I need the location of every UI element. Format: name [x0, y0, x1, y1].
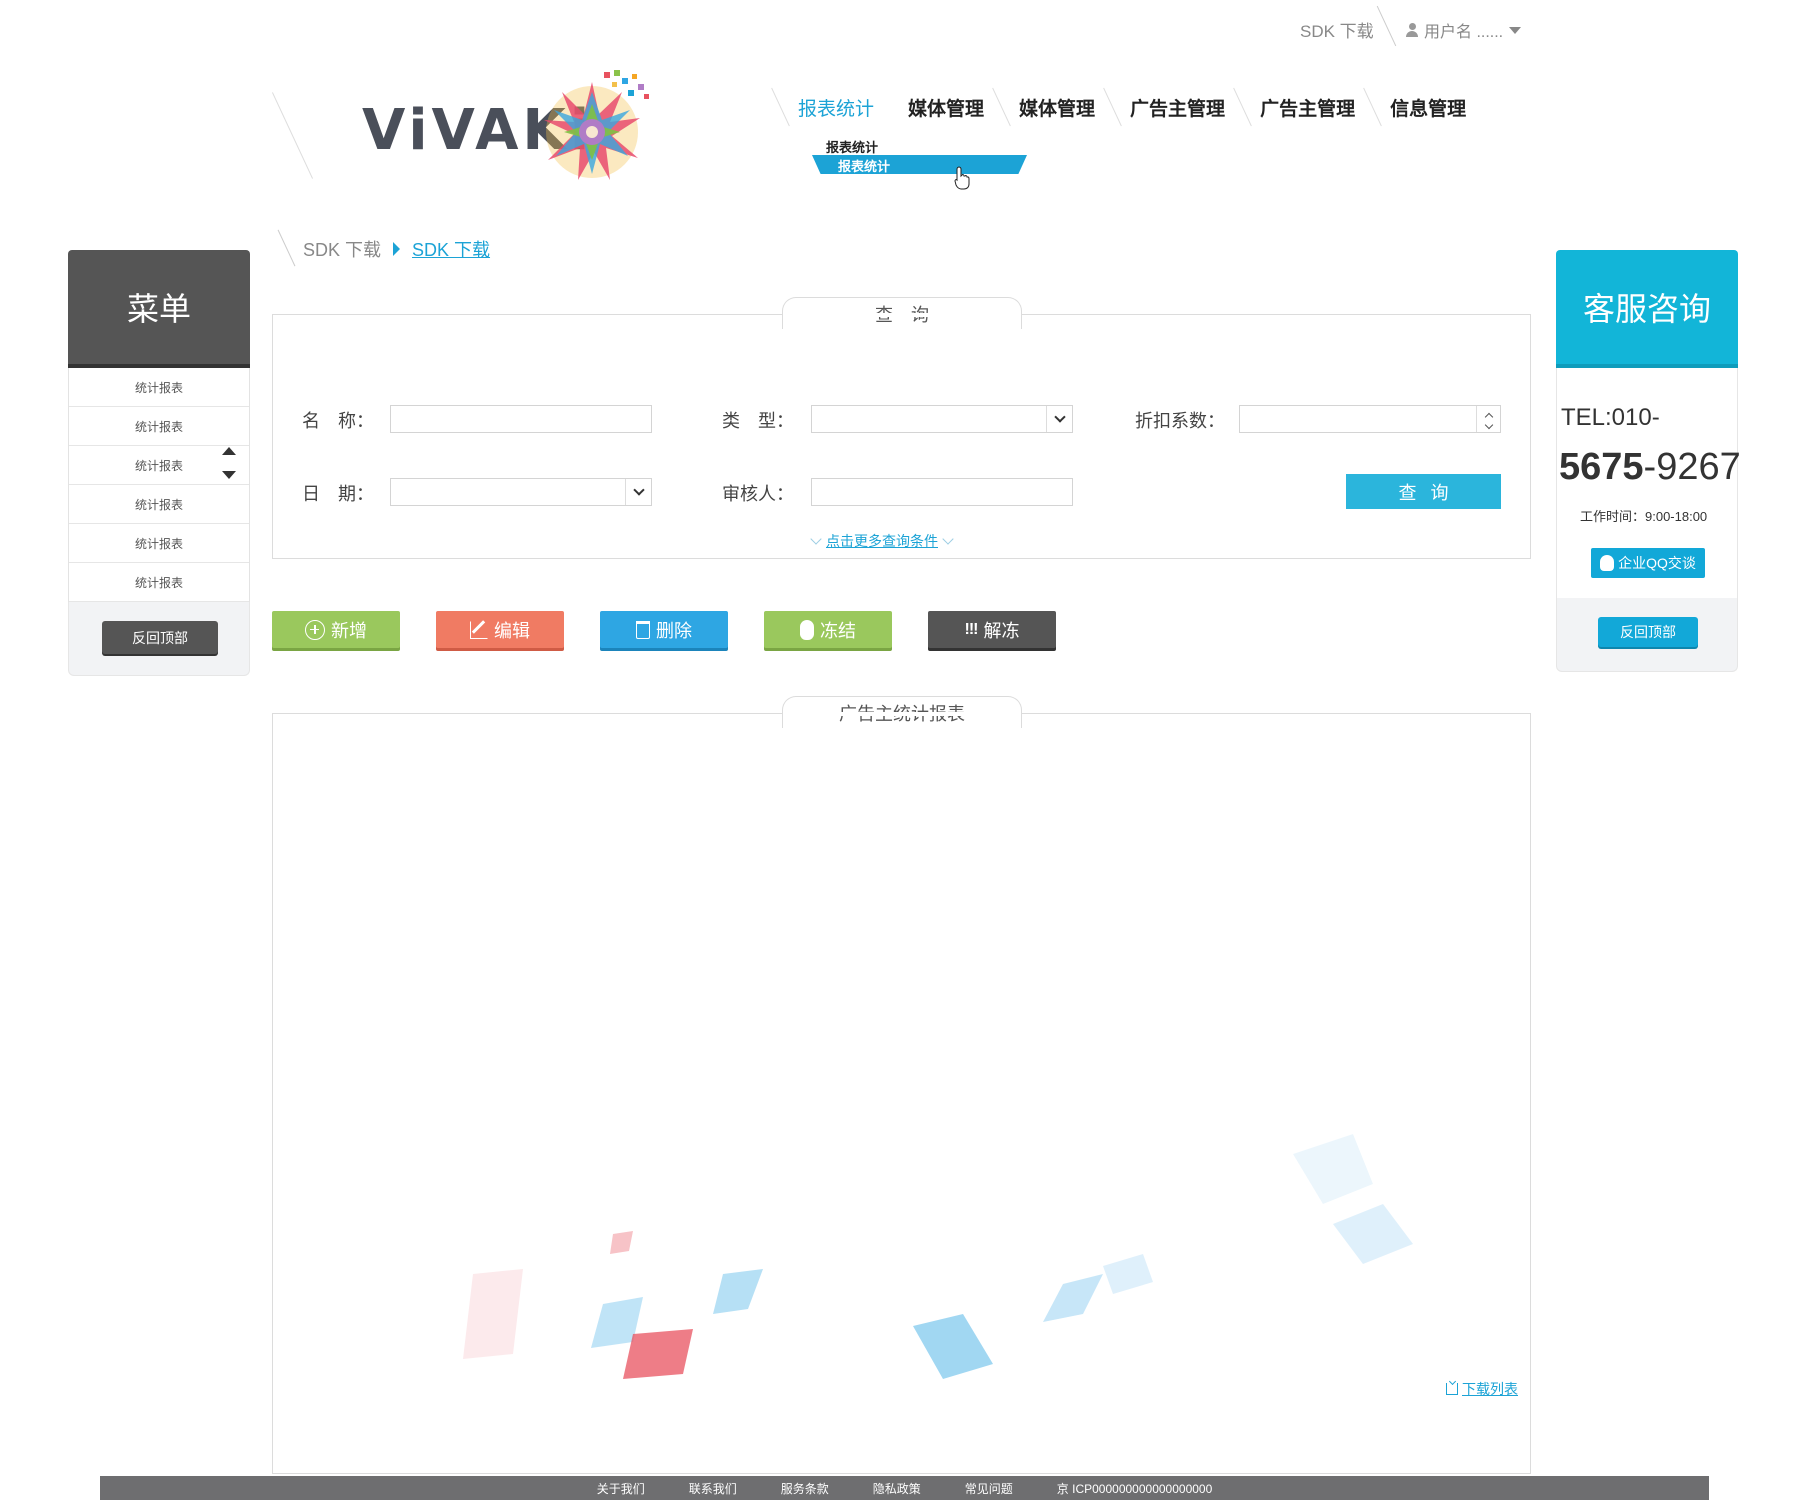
breadcrumb-divider: [277, 229, 296, 267]
type-select[interactable]: [811, 405, 1073, 433]
right-back-to-top-button[interactable]: 反回顶部: [1598, 617, 1698, 647]
more-conditions-label: 点击更多查询条件: [826, 533, 938, 549]
user-icon: [1406, 23, 1418, 37]
topbar-divider: [1376, 5, 1397, 47]
reviewer-input[interactable]: [811, 478, 1073, 506]
edit-label: 编辑: [494, 620, 530, 641]
footer: 关于我们 联系我们 服务条款 隐私政策 常见问题 京 ICP0000000000…: [100, 1476, 1709, 1500]
exclamation-icon: !!!: [964, 620, 979, 638]
unfreeze-button[interactable]: !!! 解冻: [928, 611, 1056, 648]
hand-icon: [800, 619, 814, 640]
support-footer: 反回顶部: [1556, 598, 1738, 672]
chevron-down-icon: [810, 532, 822, 545]
name-input[interactable]: [390, 405, 652, 433]
user-menu[interactable]: 用户名 ......: [1406, 18, 1522, 42]
footer-icp: 京 ICP000000000000000000: [1056, 1481, 1213, 1496]
qq-icon: [1600, 555, 1615, 571]
caret-right-icon: [393, 242, 401, 256]
discount-spinner[interactable]: [1239, 405, 1501, 433]
query-panel: [272, 314, 1531, 559]
add-button[interactable]: 新增: [272, 611, 400, 648]
hand-cursor-icon: [954, 166, 970, 190]
breadcrumb-current[interactable]: SDK 下载: [412, 236, 490, 262]
more-conditions-link[interactable]: 点击更多查询条件: [810, 531, 954, 551]
freeze-label: 冻结: [820, 620, 856, 641]
tel-number-bold: 5675: [1559, 446, 1644, 488]
left-menu-item[interactable]: 统计报表: [69, 563, 249, 602]
name-label: 名 称：: [302, 411, 374, 431]
download-icon: [1446, 1383, 1458, 1395]
nav-item-advertiser-management-1[interactable]: 广告主管理: [1113, 94, 1242, 121]
footer-link-privacy[interactable]: 隐私政策: [873, 1480, 921, 1497]
nav-item-report-stats[interactable]: 报表统计: [781, 94, 891, 121]
trash-icon: [636, 620, 650, 639]
chevron-down-icon: [942, 532, 954, 545]
scroll-up-icon[interactable]: [222, 447, 236, 455]
left-menu-footer: 反回顶部: [68, 602, 250, 676]
left-menu-item[interactable]: 统计报表: [69, 407, 249, 446]
unfreeze-label: 解冻: [983, 620, 1020, 641]
scroll-down-icon[interactable]: [222, 471, 236, 479]
footer-link-contact[interactable]: 联系我们: [689, 1480, 737, 1497]
plus-circle-icon: [305, 619, 325, 640]
discount-label: 折扣系数：: [1135, 411, 1225, 431]
left-menu-title: 菜单: [68, 250, 250, 368]
main-nav: 报表统计 媒体管理 媒体管理 广告主管理 广告主管理 信息管理: [771, 86, 1483, 128]
qq-chat-label: 企业QQ交谈: [1618, 555, 1696, 571]
edit-icon: [470, 620, 488, 639]
freeze-button[interactable]: 冻结: [764, 611, 892, 648]
tel-label: TEL:010-: [1561, 404, 1660, 431]
breadcrumb: SDK 下载 SDK 下载: [303, 236, 490, 262]
submenu-item-report-stats-highlighted[interactable]: 报表统计: [812, 155, 1027, 174]
left-menu-item[interactable]: 统计报表: [69, 524, 249, 563]
delete-label: 删除: [656, 620, 692, 641]
add-label: 新增: [331, 620, 367, 641]
download-list-label: 下载列表: [1462, 1381, 1518, 1397]
qq-chat-button[interactable]: 企业QQ交谈: [1591, 548, 1705, 578]
footer-link-terms[interactable]: 服务条款: [781, 1480, 829, 1497]
search-button[interactable]: 查询: [1346, 474, 1501, 509]
support-body: TEL:010- 5675-9267 工作时间：9:00-18:00 企业QQ交…: [1556, 368, 1741, 598]
sdk-download-link[interactable]: SDK 下载: [1300, 17, 1374, 42]
chevron-down-icon: [1509, 26, 1522, 34]
tel-number: 5675-9267: [1559, 446, 1741, 489]
support-title: 客服咨询: [1556, 250, 1738, 368]
delete-button[interactable]: 删除: [600, 611, 728, 648]
decorative-tiles: [463, 1134, 1413, 1379]
logo-divider: [271, 92, 314, 179]
left-menu-list: 统计报表 统计报表 统计报表 统计报表 统计报表 统计报表: [68, 368, 250, 602]
chevron-down-icon: [625, 479, 651, 505]
download-list-link[interactable]: 下载列表: [1446, 1379, 1518, 1399]
breadcrumb-parent[interactable]: SDK 下载: [303, 236, 381, 262]
left-menu-item[interactable]: 统计报表: [69, 368, 249, 407]
left-menu: 菜单 统计报表 统计报表 统计报表 统计报表 统计报表 统计报表 反回顶部: [68, 250, 250, 676]
submenu-item-report-stats[interactable]: 报表统计: [826, 137, 878, 156]
chevron-down-icon: [1046, 406, 1072, 432]
nav-item-media-management-2[interactable]: 媒体管理: [1002, 94, 1112, 121]
left-menu-item[interactable]: 统计报表: [69, 485, 249, 524]
edit-button[interactable]: 编辑: [436, 611, 564, 648]
username: 用户名 ......: [1424, 24, 1504, 41]
spinner-arrows-icon[interactable]: [1476, 406, 1500, 432]
nav-item-advertiser-management-2[interactable]: 广告主管理: [1243, 94, 1372, 121]
date-label: 日 期：: [302, 484, 374, 504]
date-select[interactable]: [390, 478, 652, 506]
type-label: 类 型：: [722, 411, 794, 431]
work-hours: 工作时间：9:00-18:00: [1580, 509, 1708, 524]
report-panel: [272, 713, 1531, 1474]
reviewer-label: 审核人：: [722, 484, 794, 504]
support-panel: 客服咨询 TEL:010- 5675-9267 工作时间：9:00-18:00 …: [1556, 250, 1741, 672]
tab-cover: [783, 313, 1021, 317]
footer-link-about[interactable]: 关于我们: [597, 1480, 645, 1497]
tab-cover: [783, 712, 1021, 716]
tel-number-rest: -9267: [1643, 446, 1741, 488]
nav-item-info-management[interactable]: 信息管理: [1373, 94, 1483, 121]
nav-item-media-management-1[interactable]: 媒体管理: [891, 94, 1001, 121]
logo-sunburst: [544, 70, 649, 180]
left-back-to-top-button[interactable]: 反回顶部: [102, 621, 218, 654]
footer-link-faq[interactable]: 常见问题: [965, 1480, 1013, 1497]
